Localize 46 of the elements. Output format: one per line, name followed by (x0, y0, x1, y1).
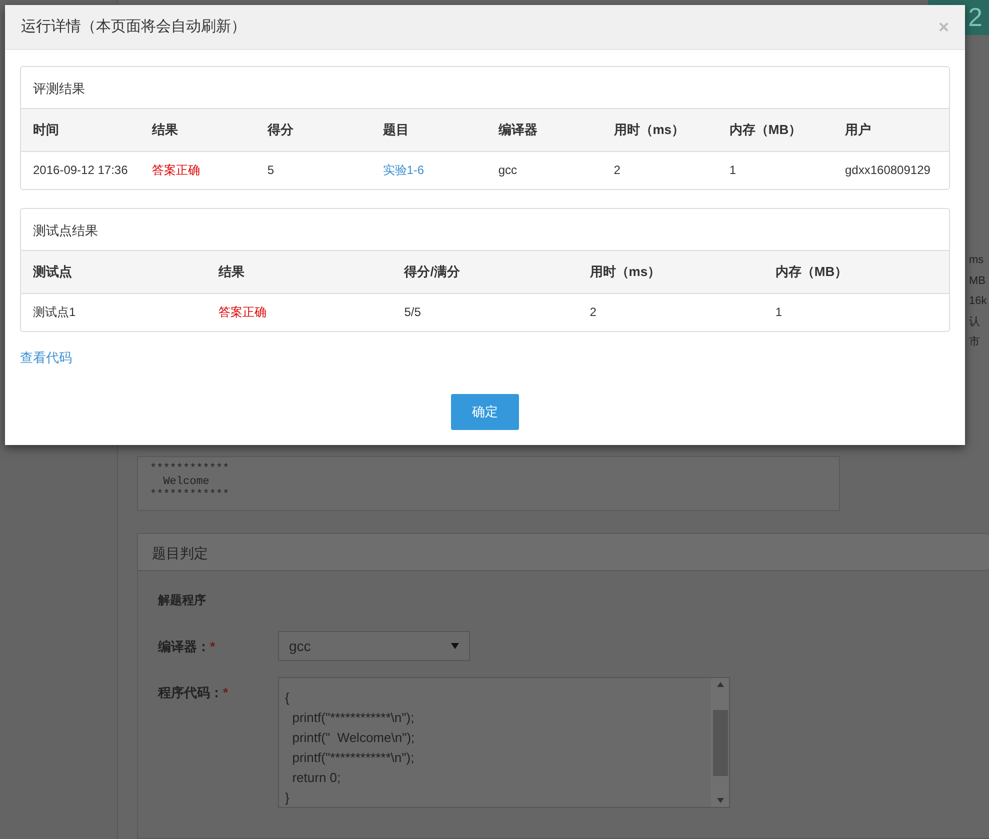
text-fragment: ms (969, 253, 985, 268)
output-sample: ************ Welcome ************ (137, 456, 840, 511)
status-text: 答案正确 (218, 305, 267, 320)
column-header: 得分 (255, 109, 371, 151)
column-header: 结果 (206, 251, 392, 293)
table-cell: 1 (717, 151, 833, 189)
table-cell: 5 (255, 151, 371, 189)
section-label: 解题程序 (158, 592, 207, 609)
modal-title: 运行详情（本页面将会自动刷新） (21, 16, 246, 37)
confirm-button[interactable]: 确定 (451, 394, 519, 430)
column-header: 题目 (370, 109, 486, 151)
column-header: 用时（ms） (578, 251, 764, 293)
scroll-up-icon[interactable] (716, 682, 724, 687)
table-cell: gcc (486, 151, 602, 189)
text-fragment: 市 (969, 334, 981, 350)
column-header: 测试点 (21, 251, 207, 293)
status-text: 答案正确 (152, 163, 200, 178)
column-header: 时间 (21, 109, 140, 151)
text-fragment: MB (969, 274, 986, 288)
table-cell: 2 (602, 151, 718, 189)
column-header: 用时（ms） (602, 109, 718, 151)
column-header: 内存（MB） (763, 251, 949, 293)
close-button[interactable]: × (938, 18, 949, 36)
problem-link[interactable]: 实验1-6 (382, 163, 424, 178)
scroll-down-icon[interactable] (716, 798, 724, 803)
view-code-link[interactable]: 查看代码 (20, 348, 72, 368)
field-label: 程序代码：* (158, 684, 230, 702)
scrollbar-thumb[interactable] (712, 710, 728, 776)
caret-icon (451, 643, 459, 649)
column-header: 内存（MB） (717, 109, 833, 151)
column-header: 编译器 (486, 109, 602, 151)
code-editor[interactable]: { printf("************\n"); printf(" Welcome\n"); printf("************\n"); return 0; } (278, 677, 730, 808)
column-header: 得分/满分 (392, 251, 578, 293)
table-cell: 1 (763, 293, 949, 331)
field-label: 编译器：* (158, 638, 216, 656)
table-cell: 2016-09-12 17:36 (21, 151, 140, 189)
table-cell: 测试点1 (21, 293, 207, 331)
text-fragment: 认 (969, 314, 981, 330)
text-fragment: 16k (969, 294, 987, 309)
panel-title: 题目判定 (138, 534, 989, 571)
table-cell: 5/5 (392, 293, 578, 331)
table-cell: gdxx160809129 (833, 151, 949, 189)
column-header: 结果 (140, 109, 256, 151)
table-cell: 2 (578, 293, 764, 331)
column-header: 用户 (833, 109, 949, 151)
compiler-select[interactable]: gcc (278, 631, 470, 661)
